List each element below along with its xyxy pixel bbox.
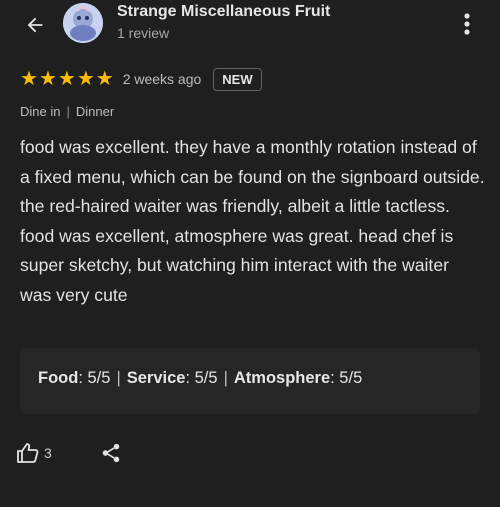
like-button[interactable]: 3: [16, 438, 52, 468]
rating-separator: |: [116, 369, 121, 387]
review-header: Strange Miscellaneous Fruit 1 review: [0, 0, 500, 50]
tag-dine-in: Dine in: [20, 104, 61, 119]
review-text: food was excellent. they have a monthly …: [20, 137, 485, 305]
rating-row: ★ ★ ★ ★ ★ 2 weeks ago NEW: [20, 66, 262, 92]
star-icon: ★: [20, 68, 38, 90]
avatar-image: [63, 3, 103, 43]
more-vert-icon: [464, 13, 470, 35]
food-rating-label: Food: [38, 369, 79, 387]
food-rating-value: : 5/5: [78, 369, 111, 387]
service-rating-value: : 5/5: [185, 369, 218, 387]
new-badge: NEW: [213, 67, 262, 91]
visit-tags: Dine in | Dinner: [20, 104, 114, 119]
sub-ratings-box: Food: 5/5 | Service: 5/5 | Atmosphere: 5/5: [20, 348, 480, 414]
like-count: 3: [44, 445, 52, 461]
atmosphere-rating-label: Atmosphere: [233, 369, 331, 387]
tag-dinner: Dinner: [75, 104, 115, 119]
tag-separator: |: [66, 104, 70, 119]
reviewer-name[interactable]: Strange Miscellaneous Fruit: [117, 3, 330, 21]
more-options-button[interactable]: [455, 8, 479, 40]
arrow-left-icon: [27, 17, 43, 33]
sub-ratings: Food: 5/5 | Service: 5/5 | Atmosphere: 5/5: [38, 369, 362, 388]
share-button[interactable]: [96, 438, 126, 468]
rating-separator: |: [223, 369, 228, 387]
service-rating-label: Service: [126, 369, 186, 387]
thumbs-up-icon: [17, 443, 39, 463]
star-icon: ★: [76, 68, 95, 90]
star-icon: ★: [57, 68, 76, 90]
star-rating: ★ ★ ★ ★ ★: [20, 69, 115, 89]
atmosphere-rating-value: : 5/5: [330, 369, 363, 387]
star-icon: ★: [38, 68, 57, 90]
avatar[interactable]: [63, 3, 103, 43]
action-bar: 3: [0, 430, 500, 476]
star-icon: ★: [95, 68, 114, 90]
reviewer-review-count: 1 review: [117, 25, 170, 41]
review-date: 2 weeks ago: [122, 71, 202, 87]
back-button[interactable]: [20, 10, 50, 40]
share-icon: [102, 443, 120, 463]
